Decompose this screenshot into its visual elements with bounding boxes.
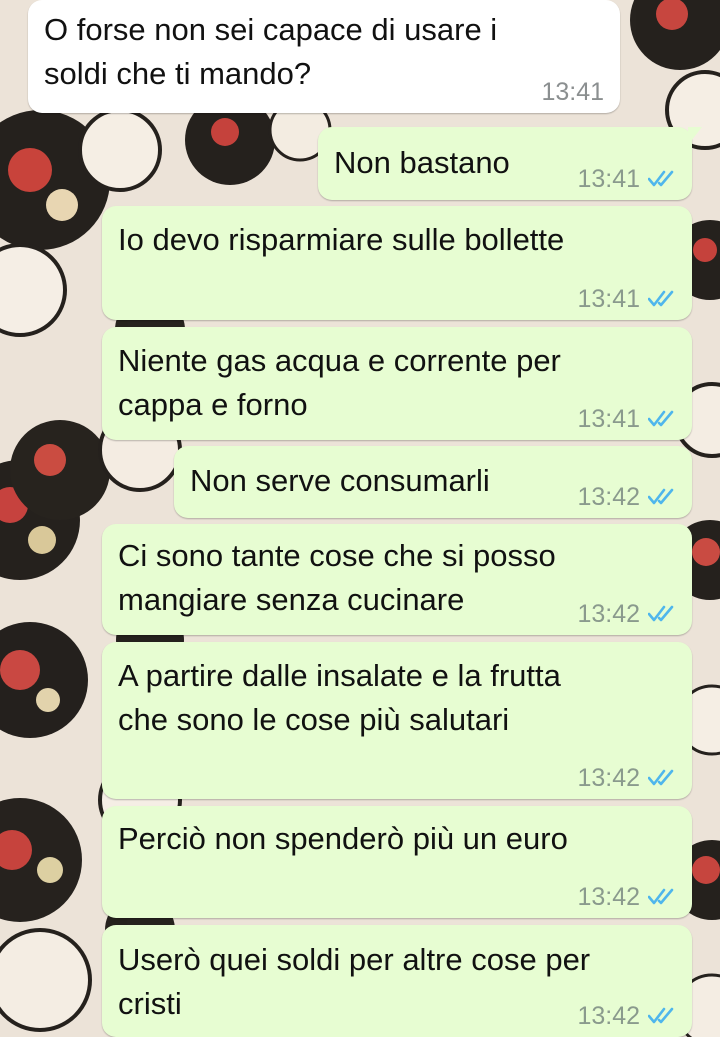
message-text: Ci sono tante cose che si posso mangiare…: [118, 538, 556, 617]
message-text: Userò quei soldi per altre cose per cris…: [118, 942, 591, 1021]
message-text: Io devo risparmiare sulle bollette: [118, 222, 565, 257]
message-text: Non bastano: [334, 145, 510, 180]
outgoing-message-bubble[interactable]: A partire dalle insalate e la frutta che…: [102, 642, 692, 799]
message-meta: 13:42: [577, 599, 678, 629]
message-time: 13:41: [577, 165, 640, 193]
message-meta: 13:42: [577, 482, 678, 512]
double-check-read-icon: [648, 170, 674, 187]
message-time: 13:42: [577, 1002, 640, 1030]
message-text: O forse non sei capace di usare i soldi …: [44, 12, 498, 91]
message-text: Perciò non spenderò più un euro: [118, 821, 568, 856]
double-check-read-icon: [648, 290, 674, 307]
message-meta: 13:41: [577, 284, 678, 314]
chat-message-list[interactable]: O forse non sei capace di usare i soldi …: [0, 0, 720, 1037]
outgoing-message-bubble[interactable]: Perciò non spenderò più un euro 13:42: [102, 806, 692, 918]
message-time: 13:41: [577, 405, 640, 433]
message-meta: 13:41: [577, 404, 678, 434]
message-time: 13:42: [577, 483, 640, 511]
message-meta: 13:42: [577, 882, 678, 912]
message-time: 13:42: [577, 764, 640, 792]
double-check-read-icon: [648, 410, 674, 427]
double-check-read-icon: [648, 488, 674, 505]
outgoing-message-bubble[interactable]: Niente gas acqua e corrente per cappa e …: [102, 327, 692, 440]
message-meta: 13:42: [577, 763, 678, 793]
message-time: 13:41: [541, 78, 604, 106]
message-time: 13:41: [577, 285, 640, 313]
message-meta: 13:41: [541, 77, 604, 107]
double-check-read-icon: [648, 605, 674, 622]
outgoing-message-bubble[interactable]: Non serve consumarli 13:42: [174, 446, 692, 518]
message-time: 13:42: [577, 600, 640, 628]
message-meta: 13:41: [577, 164, 678, 194]
message-text: Niente gas acqua e corrente per cappa e …: [118, 343, 561, 422]
outgoing-message-bubble[interactable]: Userò quei soldi per altre cose per cris…: [102, 925, 692, 1037]
double-check-read-icon: [648, 1007, 674, 1024]
message-time: 13:42: [577, 883, 640, 911]
incoming-message-bubble[interactable]: O forse non sei capace di usare i soldi …: [28, 0, 620, 113]
outgoing-message-bubble[interactable]: Non bastano 13:41: [318, 127, 702, 200]
bubble-tail: [688, 127, 702, 145]
double-check-read-icon: [648, 888, 674, 905]
message-text: A partire dalle insalate e la frutta che…: [118, 658, 561, 737]
outgoing-message-bubble[interactable]: Io devo risparmiare sulle bollette 13:41: [102, 206, 692, 320]
outgoing-message-bubble[interactable]: Ci sono tante cose che si posso mangiare…: [102, 524, 692, 635]
message-meta: 13:42: [577, 1001, 678, 1031]
double-check-read-icon: [648, 769, 674, 786]
message-text: Non serve consumarli: [190, 463, 490, 498]
